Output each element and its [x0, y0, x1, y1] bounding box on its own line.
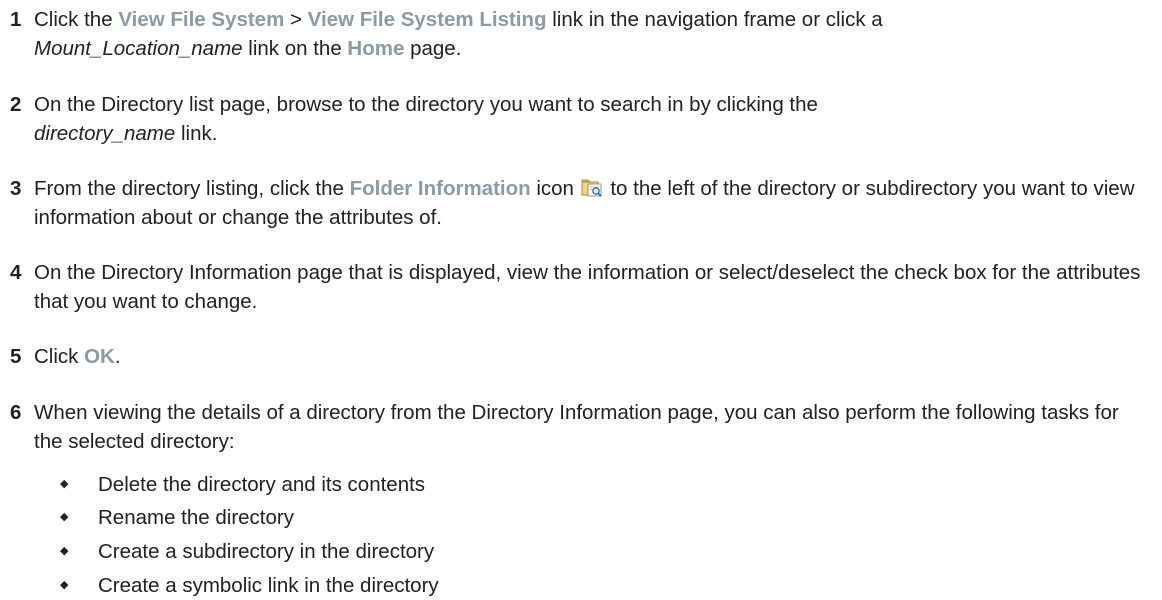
step-text: When viewing the details of a directory … — [34, 401, 1119, 453]
step-6: 6 When viewing the details of a director… — [0, 398, 1150, 456]
diamond-bullet-icon: ◆ — [60, 545, 69, 557]
diamond-bullet-icon: ◆ — [60, 579, 69, 591]
home-page-label: Home — [347, 37, 405, 60]
step-1: 1 Click the View File System > View File… — [0, 5, 1150, 63]
diamond-bullet-icon: ◆ — [60, 511, 69, 523]
step-5: 5 Click OK. — [0, 342, 1150, 371]
ok-button-label: OK — [84, 345, 115, 368]
directory-name-variable: directory_name — [34, 122, 176, 145]
list-item: ◆ Create a symbolic link in the director… — [60, 571, 1150, 600]
step-number: 4 — [10, 261, 22, 284]
step-number: 6 — [10, 401, 22, 424]
list-item: ◆ Rename the directory — [60, 503, 1150, 532]
step-3: 3 From the directory listing, click the … — [0, 174, 1150, 232]
folder-information-icon — [581, 176, 603, 198]
view-file-system-listing-link-label: View File System Listing — [307, 8, 547, 31]
step-4: 4 On the Directory Information page that… — [0, 258, 1150, 316]
step-2: 2 On the Directory list page, browse to … — [0, 90, 1150, 148]
procedure-page: 1 Click the View File System > View File… — [0, 0, 1162, 600]
view-file-system-link-label: View File System — [118, 8, 285, 31]
step-number: 1 — [10, 8, 22, 31]
step-text: Click the View File System > View File S… — [34, 8, 883, 60]
list-item: ◆ Create a subdirectory in the directory — [60, 537, 1150, 566]
mount-location-variable: Mount_Location_name — [34, 37, 243, 60]
step-text: On the Directory list page, browse to th… — [34, 93, 818, 145]
step-number: 2 — [10, 93, 22, 116]
step-number: 3 — [10, 177, 22, 200]
folder-information-label: Folder Information — [349, 177, 531, 200]
step-text: On the Directory Information page that i… — [34, 261, 1141, 313]
step-text: Click OK. — [34, 345, 121, 368]
list-item: ◆ Delete the directory and its contents — [60, 470, 1150, 499]
diamond-bullet-icon: ◆ — [60, 478, 69, 490]
step-text: From the directory listing, click the Fo… — [34, 176, 1135, 229]
step-number: 5 — [10, 345, 22, 368]
